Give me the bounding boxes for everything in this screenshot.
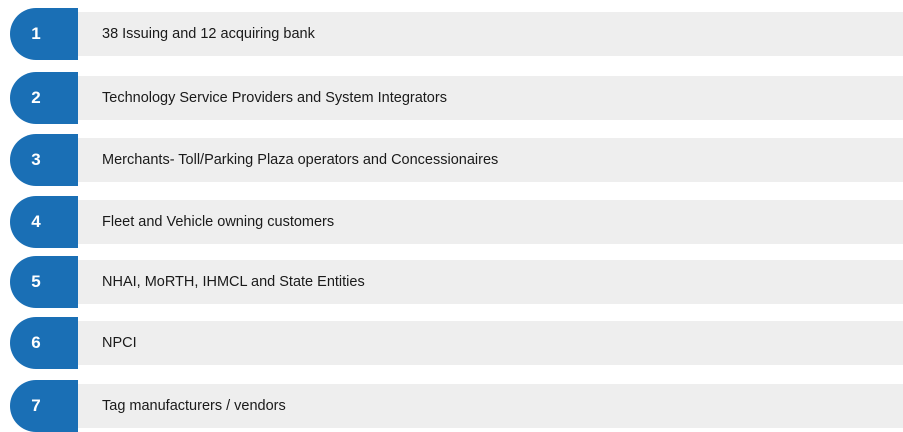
item-number: 1 (31, 24, 41, 43)
item-label: Fleet and Vehicle owning customers (102, 214, 335, 230)
item-label: 38 Issuing and 12 acquiring bank (102, 26, 315, 42)
item-number: 6 (31, 333, 41, 352)
list-item: 4 Fleet and Vehicle owning customers (0, 196, 903, 248)
item-number: 4 (31, 212, 41, 231)
item-number: 2 (31, 88, 41, 107)
list-item: 7 Tag manufacturers / vendors (0, 380, 903, 432)
stakeholder-list: 1 38 Issuing and 12 acquiring bank 2 Tec… (0, 0, 903, 432)
item-number: 7 (31, 396, 41, 415)
item-label: NPCI (102, 335, 137, 351)
list-item: 3 Merchants- Toll/Parking Plaza operator… (0, 134, 903, 186)
item-number: 5 (31, 272, 41, 291)
item-label: Merchants- Toll/Parking Plaza operators … (102, 152, 499, 168)
item-bar (70, 321, 903, 365)
list-item: 2 Technology Service Providers and Syste… (0, 72, 903, 124)
item-label: Tag manufacturers / vendors (102, 398, 286, 414)
item-label: Technology Service Providers and System … (102, 90, 447, 106)
list-item: 6 NPCI (0, 317, 903, 369)
list-item: 1 38 Issuing and 12 acquiring bank (0, 8, 903, 60)
item-number: 3 (31, 150, 41, 169)
item-label: NHAI, MoRTH, IHMCL and State Entities (102, 274, 365, 290)
list-item: 5 NHAI, MoRTH, IHMCL and State Entities (0, 256, 903, 308)
